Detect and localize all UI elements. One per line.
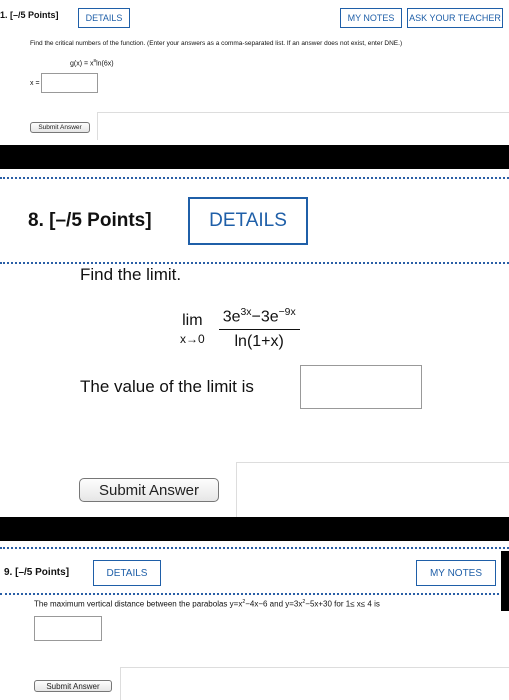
- question-points: [–/5 Points]: [15, 567, 70, 578]
- my-notes-button[interactable]: MY NOTES: [340, 8, 402, 28]
- question-prompt: The maximum vertical distance between th…: [34, 599, 380, 609]
- question-9-panel: 9. [–/5 Points] DETAILS MY NOTES The max…: [0, 541, 509, 700]
- answer-area-vline: [97, 112, 98, 140]
- question-1-panel: 1. [–/5 Points] DETAILS MY NOTES ASK YOU…: [0, 0, 509, 145]
- top-dotted-divider: [0, 177, 509, 179]
- fraction-denominator: ln(1+x): [234, 333, 284, 351]
- limit-fraction: 3e3x−3e−9x ln(1+x): [218, 307, 300, 351]
- my-notes-button[interactable]: MY NOTES: [416, 560, 496, 586]
- answer-area-divider: [120, 667, 509, 668]
- function-definition: g(x) = x8ln(6x): [70, 58, 114, 68]
- answer-input[interactable]: [41, 73, 98, 93]
- answer-input[interactable]: [300, 365, 422, 409]
- answer-input[interactable]: [34, 616, 102, 641]
- submit-answer-button[interactable]: Submit Answer: [30, 122, 90, 133]
- bottom-dotted-divider: [0, 262, 509, 264]
- top-dotted-divider: [0, 547, 509, 549]
- question-8-panel: 8. [–/5 Points] DETAILS Find the limit. …: [0, 169, 509, 517]
- answer-area-divider: [236, 462, 509, 463]
- question-points: [–/5 Points]: [10, 10, 59, 20]
- submit-answer-button[interactable]: Submit Answer: [34, 680, 112, 692]
- answer-label: x =: [30, 80, 40, 87]
- question-number: 9.: [4, 567, 13, 578]
- ask-your-teacher-button[interactable]: ASK YOUR TEACHER: [407, 8, 503, 28]
- details-button[interactable]: DETAILS: [188, 197, 308, 245]
- answer-area-divider: [97, 112, 509, 113]
- question-prompt: Find the limit.: [80, 265, 182, 284]
- question-points: [–/5 Points]: [49, 210, 152, 231]
- limit-expression: lim x→0 3e3x−3e−9x ln(1+x): [180, 307, 300, 351]
- details-button[interactable]: DETAILS: [78, 8, 130, 28]
- limit-operator: lim x→0: [180, 312, 205, 347]
- bottom-dotted-divider: [0, 593, 499, 595]
- answer-label: The value of the limit is: [80, 377, 254, 396]
- question-9-header: 9. [–/5 Points]: [4, 567, 69, 578]
- answer-area-vline: [120, 667, 121, 700]
- question-8-header: 8. [–/5 Points]: [28, 210, 152, 232]
- right-edge-bar: [501, 551, 509, 611]
- question-number: 8.: [28, 210, 44, 231]
- fraction-numerator: 3e3x−3e−9x: [218, 307, 300, 331]
- submit-answer-button[interactable]: Submit Answer: [79, 478, 219, 502]
- details-button[interactable]: DETAILS: [93, 560, 161, 586]
- question-number: 1.: [0, 10, 8, 20]
- question-prompt: Find the critical numbers of the functio…: [30, 40, 403, 47]
- answer-area-vline: [236, 462, 237, 517]
- question-1-header: 1. [–/5 Points]: [0, 10, 59, 20]
